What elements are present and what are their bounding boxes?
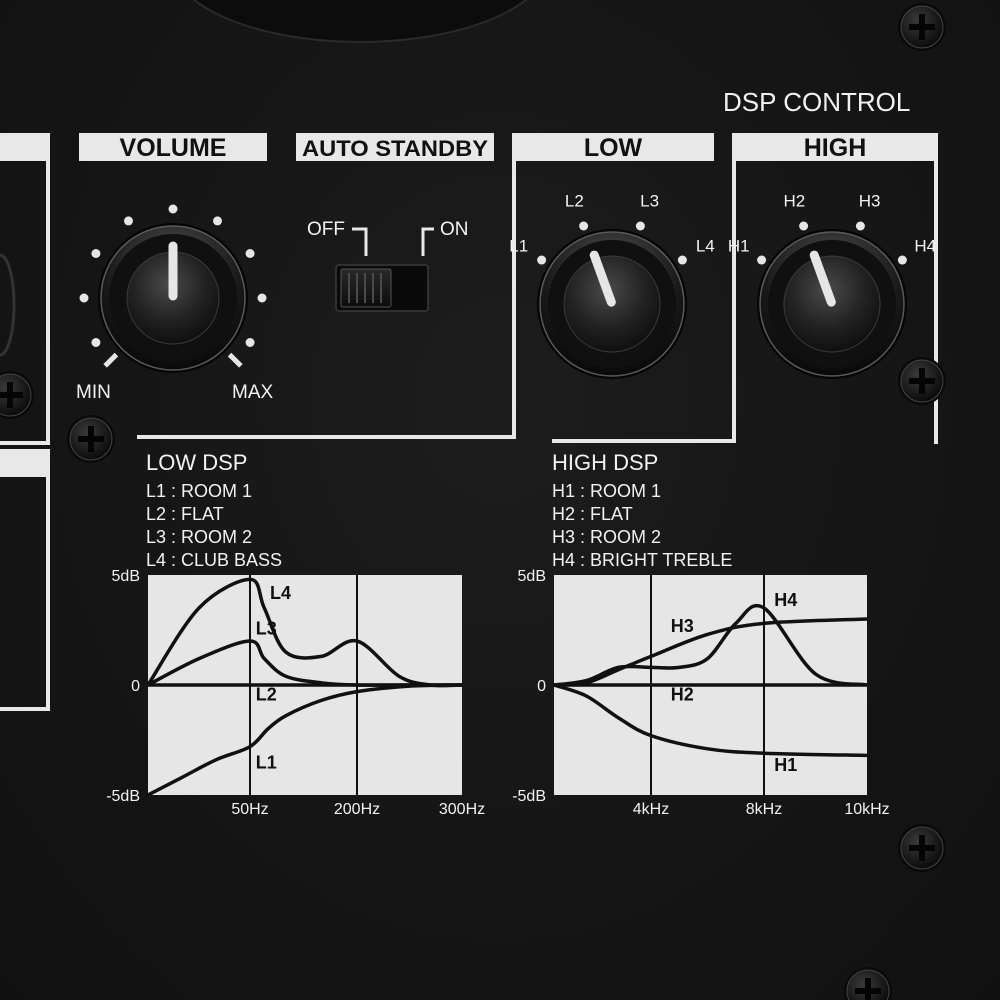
low-series-label-l1: L1: [256, 753, 277, 773]
high-dsp-chart: 5dB 0 -5dB 4kHz 8kHz 10kHz H1 H2 H3 H4: [512, 568, 889, 818]
low-position-dot: [537, 255, 547, 265]
low-dsp-mode-1: L1 : ROOM 1: [146, 481, 252, 501]
panel-artwork: VOLUME AUTO STANDBY LOW HIGH DSP CONTROL…: [0, 0, 947, 1000]
screw-icon: [897, 823, 947, 873]
volume-scale-dot: [213, 216, 222, 226]
high-position-dot: [799, 221, 809, 231]
low-position-label-l4: L4: [696, 237, 715, 256]
low-position-label-l1: L1: [509, 237, 528, 256]
high-position-dot: [855, 221, 865, 231]
low-chart-x-tick: 50Hz: [231, 801, 268, 818]
high-knob[interactable]: [757, 229, 907, 379]
low-chart-y-tick: -5dB: [106, 788, 140, 805]
left-panel-frame: [0, 133, 50, 711]
auto-standby-switch[interactable]: [335, 264, 429, 312]
screw-icon: [897, 356, 947, 406]
volume-limit-tick: [227, 352, 243, 368]
high-dsp-mode-3: H3 : ROOM 2: [552, 527, 661, 547]
low-chart-x-tick: 200Hz: [334, 801, 380, 818]
high-series-label-h2: H2: [671, 684, 694, 704]
auto-standby-on-label: ON: [440, 219, 469, 240]
low-chart-y-tick: 0: [131, 678, 140, 695]
low-position-label-l2: L2: [565, 192, 584, 211]
high-chart-x-tick: 4kHz: [633, 801, 669, 818]
volume-min-label: MIN: [76, 382, 111, 403]
volume-scale-dot: [257, 293, 267, 303]
high-chart-x-tick: 8kHz: [746, 801, 782, 818]
high-chart-y-tick: -5dB: [512, 788, 546, 805]
low-chart-y-tick: 5dB: [112, 568, 140, 585]
low-dsp-mode-3: L3 : ROOM 2: [146, 527, 252, 547]
switch-bracket-marks: [352, 227, 434, 256]
volume-scale-dot: [91, 249, 101, 258]
high-chart-y-tick: 0: [537, 678, 546, 695]
high-position-dot: [757, 255, 767, 265]
low-position-dot: [579, 221, 589, 231]
woofer-ring: [192, 0, 528, 43]
auto-standby-off-label: OFF: [307, 219, 345, 240]
volume-scale-dot: [245, 338, 255, 347]
low-dsp-title: LOW DSP: [146, 450, 247, 475]
low-chart-x-tick: 300Hz: [439, 801, 485, 818]
volume-knob[interactable]: [79, 204, 267, 374]
screw-icon: [0, 370, 35, 420]
high-position-label-h4: H4: [914, 237, 936, 256]
low-dsp-mode-2: L2 : FLAT: [146, 504, 224, 524]
low-position-dot: [635, 221, 645, 231]
speaker-rear-panel: VOLUME AUTO STANDBY LOW HIGH DSP CONTROL…: [0, 0, 1000, 1000]
volume-scale-dot: [168, 204, 178, 214]
screw-icon: [66, 414, 116, 464]
volume-scale-dot: [91, 338, 101, 347]
volume-title: VOLUME: [120, 134, 227, 162]
high-position-label-h2: H2: [784, 192, 806, 211]
high-title: HIGH: [804, 134, 867, 162]
high-position-dot: [897, 255, 907, 265]
volume-limit-tick: [103, 352, 119, 368]
volume-scale-dot: [124, 216, 133, 226]
dsp-control-title: DSP CONTROL: [723, 87, 910, 117]
high-dsp-title: HIGH DSP: [552, 450, 658, 475]
auto-standby-title: AUTO STANDBY: [302, 136, 488, 161]
high-series-label-h1: H1: [774, 755, 797, 775]
high-chart-x-tick: 10kHz: [844, 801, 889, 818]
high-chart-y-tick: 5dB: [518, 568, 546, 585]
low-series-label-l3: L3: [256, 618, 277, 638]
volume-scale-dot: [245, 249, 255, 258]
volume-scale-dot: [79, 293, 89, 303]
screw-icon: [897, 2, 947, 52]
low-series-label-l4: L4: [270, 583, 291, 603]
low-series-label-l2: L2: [256, 684, 277, 704]
high-dsp-mode-2: H2 : FLAT: [552, 504, 633, 524]
high-series-label-h3: H3: [671, 616, 694, 636]
low-position-label-l3: L3: [640, 192, 659, 211]
high-position-label-h3: H3: [859, 192, 881, 211]
high-position-label-h1: H1: [728, 237, 750, 256]
screw-icon: [843, 966, 893, 1000]
high-dsp-mode-4: H4 : BRIGHT TREBLE: [552, 550, 732, 570]
low-dsp-chart: 5dB 0 -5dB 50Hz 200Hz 300Hz L1 L2 L3 L4: [106, 568, 485, 818]
low-title: LOW: [584, 134, 643, 162]
low-knob[interactable]: [537, 229, 687, 379]
high-series-label-h4: H4: [774, 590, 797, 610]
low-dsp-mode-4: L4 : CLUB BASS: [146, 550, 282, 570]
volume-max-label: MAX: [232, 382, 274, 403]
high-dsp-mode-1: H1 : ROOM 1: [552, 481, 661, 501]
low-position-dot: [677, 255, 687, 265]
